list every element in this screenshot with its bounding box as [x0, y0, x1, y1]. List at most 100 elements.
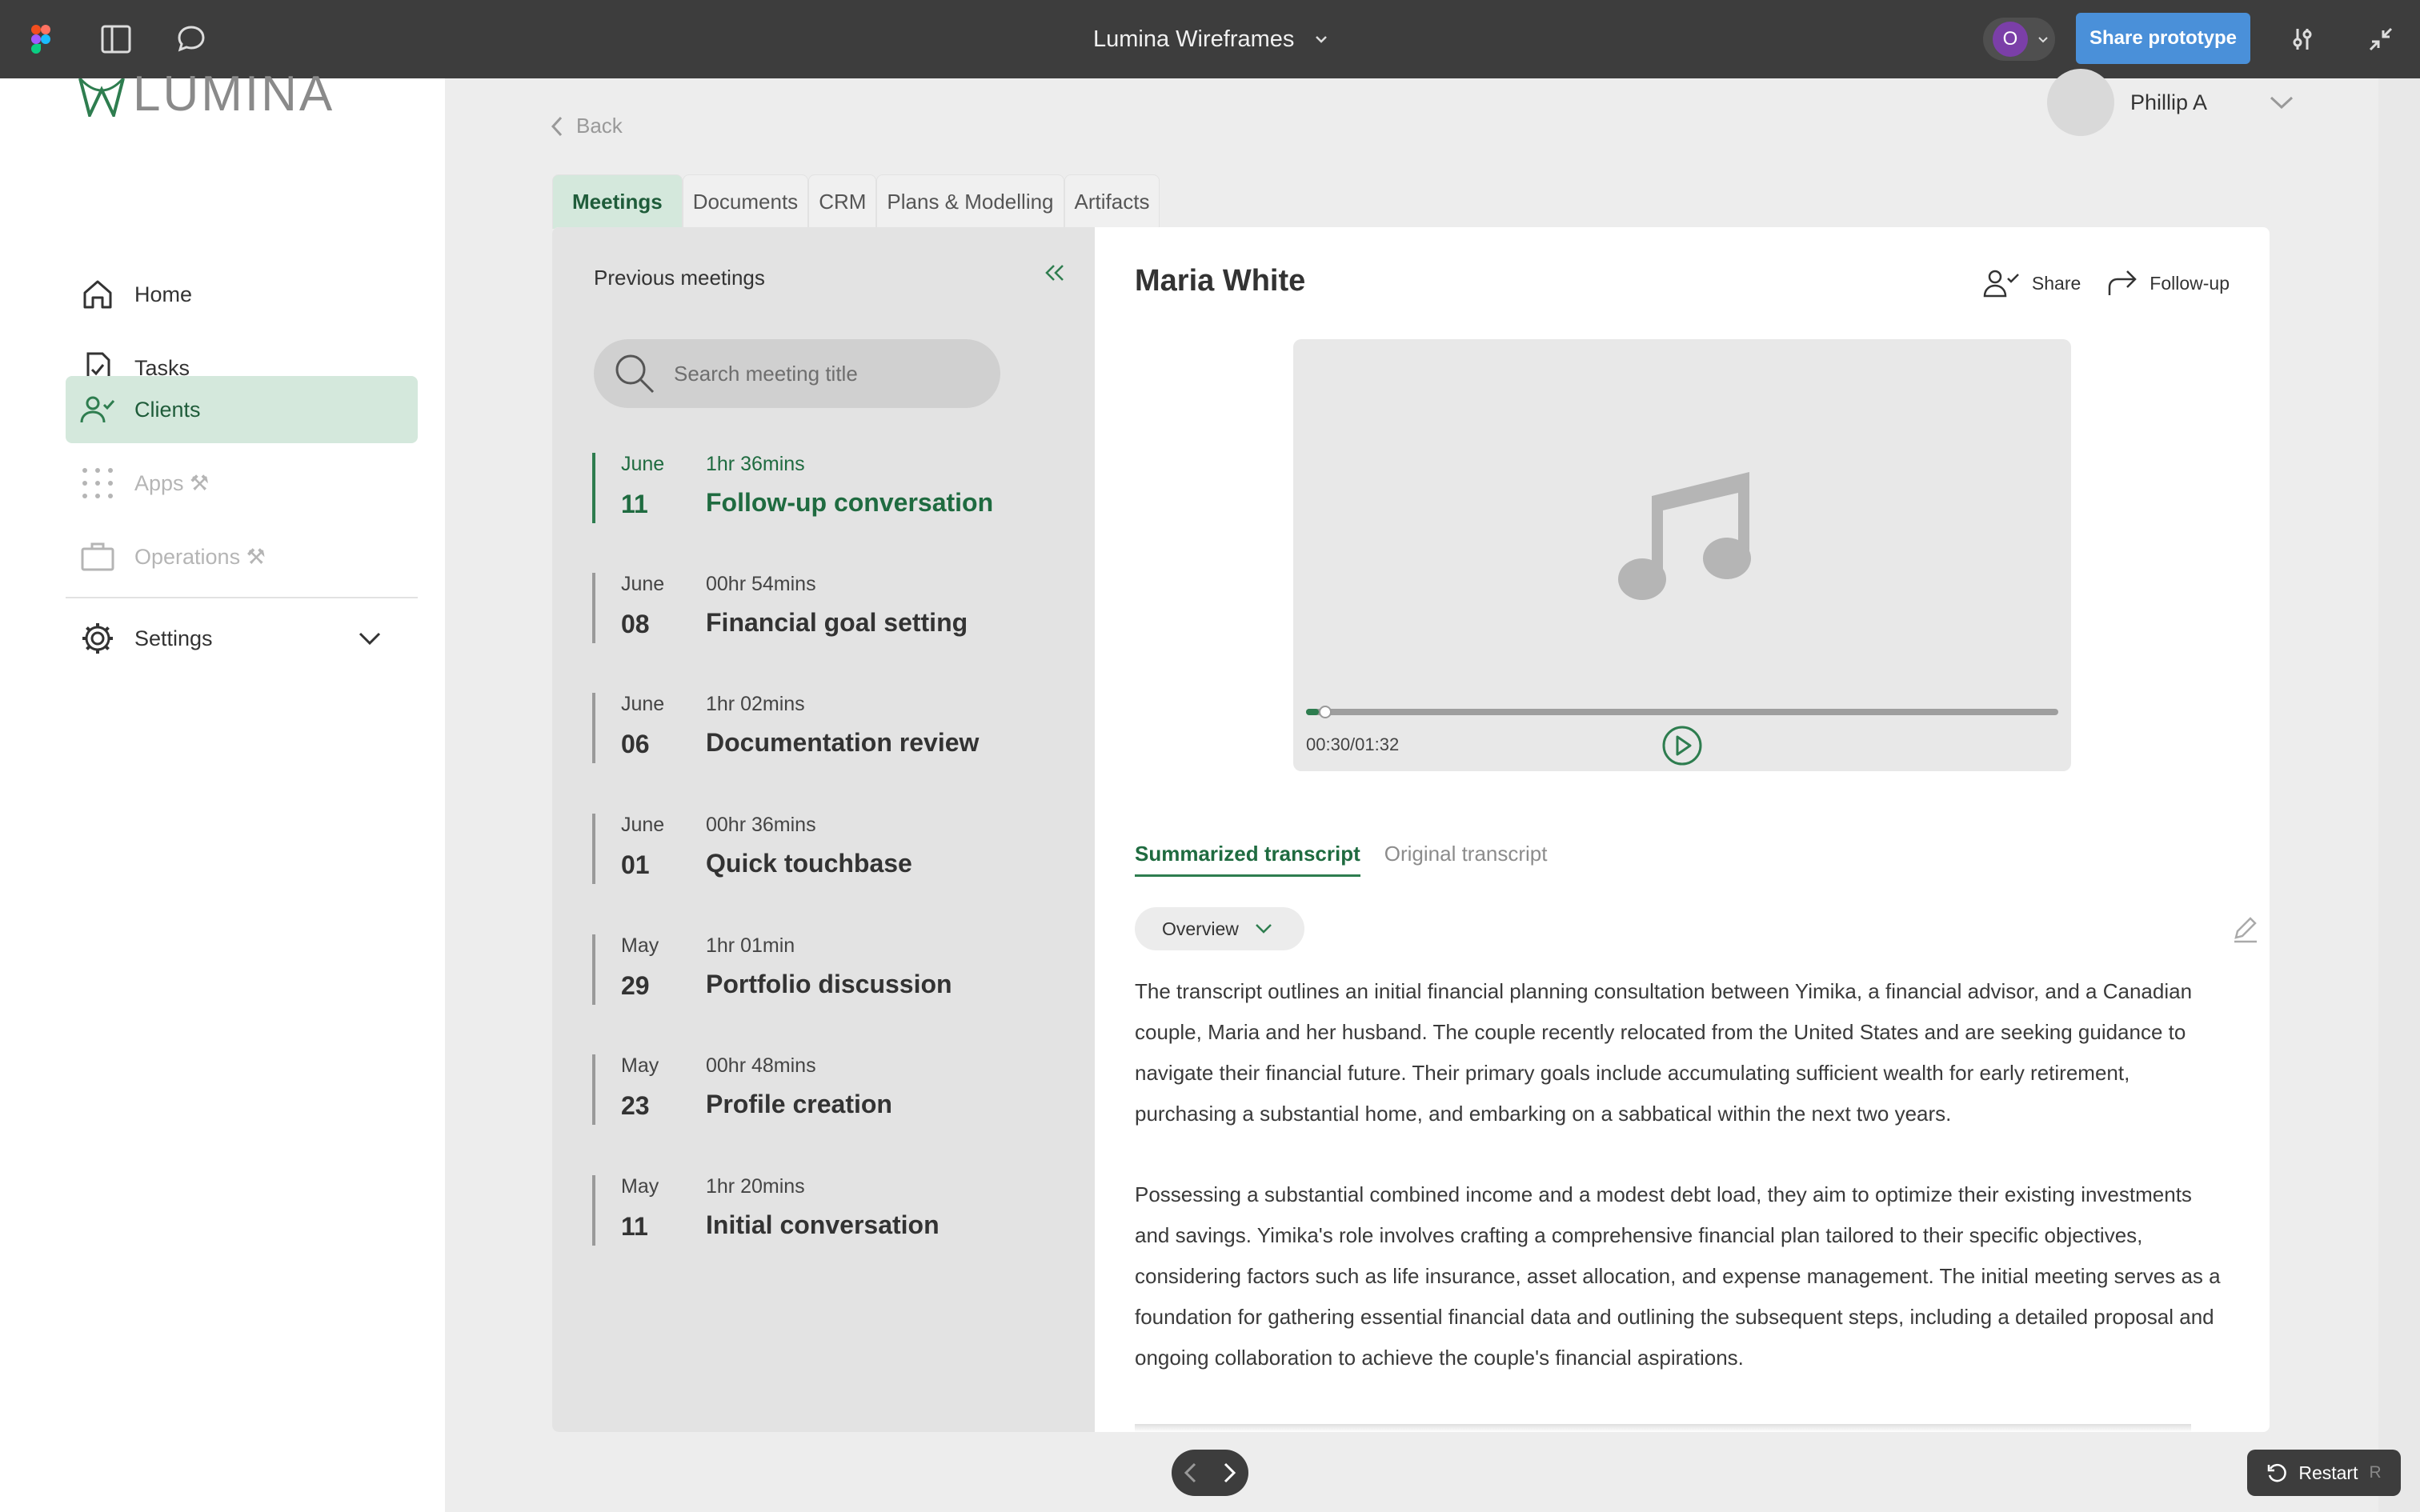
sidebar-item-label: Apps ⚒ — [134, 470, 210, 495]
edit-pencil-icon[interactable] — [2231, 915, 2260, 944]
meeting-month: June — [621, 693, 665, 715]
collapse-icon[interactable] — [2364, 22, 2398, 56]
file-title-menu[interactable]: Lumina Wireframes — [1093, 23, 1328, 55]
audio-time: 00:30/01:32 — [1306, 734, 1400, 754]
user-menu[interactable]: Phillip A — [2047, 69, 2294, 136]
meeting-title: Portfolio discussion — [706, 970, 952, 998]
meeting-title: Initial conversation — [706, 1210, 940, 1239]
tab-original-transcript[interactable]: Original transcript — [1384, 842, 1548, 877]
sidebar-item-apps[interactable]: Apps ⚒ — [66, 450, 418, 517]
sidebar-item-home[interactable]: Home — [66, 261, 418, 328]
lumina-logo[interactable]: LUMINA — [77, 70, 335, 119]
user-name: Phillip A — [2130, 90, 2208, 114]
follow-up-label: Follow-up — [2150, 272, 2230, 294]
follow-up-button[interactable]: Follow-up — [2106, 269, 2230, 298]
chevron-down-icon[interactable] — [359, 632, 381, 645]
meeting-duration: 1hr 36mins — [706, 453, 805, 475]
meeting-day: 29 — [621, 971, 650, 1000]
meeting-item[interactable]: June 06 1hr 02mins Documentation review — [592, 693, 1072, 763]
sidebar-item-label: Home — [134, 282, 193, 306]
meeting-title: Quick touchbase — [706, 849, 912, 878]
section-select-value: Overview — [1162, 918, 1239, 939]
file-title: Lumina Wireframes — [1093, 26, 1295, 52]
tab-plans-modelling[interactable]: Plans & Modelling — [876, 174, 1064, 229]
meeting-duration: 1hr 02mins — [706, 693, 805, 715]
sidebar-item-clients[interactable]: Clients — [66, 376, 418, 443]
lumina-logo-mark-icon — [78, 78, 125, 117]
meeting-day: 11 — [621, 490, 648, 518]
tab-documents[interactable]: Documents — [682, 174, 809, 229]
home-icon — [83, 280, 112, 309]
tab-artifacts[interactable]: Artifacts — [1064, 174, 1160, 229]
transcript-tabs: Summarized transcript Original transcrip… — [1135, 842, 1547, 877]
play-icon[interactable] — [1661, 725, 1703, 766]
meeting-search[interactable] — [594, 339, 1000, 408]
meeting-item[interactable]: May 29 1hr 01min Portfolio discussion — [592, 934, 1072, 1005]
meeting-day: 01 — [621, 850, 650, 879]
meeting-item[interactable]: June 01 00hr 36mins Quick touchbase — [592, 814, 1072, 884]
meeting-item[interactable]: June 11 1hr 36mins Follow-up conversatio… — [592, 453, 1072, 523]
restart-button[interactable]: Restart R — [2247, 1450, 2401, 1496]
settings-sliders-icon[interactable] — [2286, 22, 2319, 56]
chevron-down-icon — [1316, 36, 1328, 43]
figma-logo-icon[interactable] — [24, 22, 58, 56]
collapse-panel-icon[interactable] — [1044, 264, 1066, 282]
meeting-item[interactable]: June 08 00hr 54mins Financial goal setti… — [592, 573, 1072, 643]
chevron-down-icon — [1255, 924, 1272, 934]
gear-icon — [82, 623, 113, 654]
meeting-month: June — [621, 453, 665, 475]
briefcase-icon — [81, 542, 114, 571]
meeting-day: 06 — [621, 730, 650, 758]
audio-progress-bar[interactable] — [1306, 706, 2058, 718]
search-input[interactable] — [674, 361, 978, 386]
share-label: Share — [2031, 272, 2081, 294]
music-note-icon — [1618, 472, 1751, 600]
figma-toolbar: Lumina Wireframes O Share prototype — [0, 0, 2420, 78]
share-user-icon — [1983, 270, 2019, 298]
comment-icon[interactable] — [174, 22, 208, 56]
prototype-pager — [1172, 1450, 1248, 1496]
previous-arrow-icon[interactable] — [1182, 1462, 1200, 1483]
apps-grid-icon — [82, 468, 113, 498]
back-label: Back — [576, 114, 623, 138]
client-tabs: Meetings Documents CRM Plans & Modelling… — [552, 174, 1160, 229]
sidebar-toggle-icon[interactable] — [99, 22, 133, 56]
meeting-title: Documentation review — [706, 728, 980, 757]
share-button[interactable]: Share — [1982, 269, 2081, 298]
meeting-month: May — [621, 934, 659, 957]
meeting-duration: 00hr 48mins — [706, 1054, 816, 1077]
restart-shortcut: R — [2369, 1463, 2382, 1482]
chevron-left-icon — [551, 116, 563, 136]
meeting-duration: 1hr 01min — [706, 934, 795, 957]
meeting-day: 08 — [621, 610, 650, 638]
restart-label: Restart — [2298, 1462, 2358, 1483]
meeting-detail: Maria White Share Follow-up 00:30/01:32 — [1095, 227, 2270, 1432]
tab-crm[interactable]: CRM — [808, 174, 877, 229]
divider — [66, 597, 418, 598]
meeting-duration: 00hr 36mins — [706, 814, 816, 836]
meeting-month: June — [621, 814, 665, 836]
clients-icon — [80, 396, 115, 423]
section-select[interactable]: Overview — [1135, 907, 1304, 950]
tab-meetings[interactable]: Meetings — [552, 174, 683, 229]
sidebar-item-operations[interactable]: Operations ⚒ — [66, 523, 418, 590]
chevron-down-icon — [2038, 36, 2048, 42]
search-icon — [615, 354, 655, 394]
multiplayer-avatar-menu[interactable]: O — [1983, 18, 2055, 61]
sidebar-item-settings[interactable]: Settings — [66, 605, 418, 672]
meeting-item[interactable]: May 23 00hr 48mins Profile creation — [592, 1054, 1072, 1125]
meeting-month: May — [621, 1175, 659, 1198]
meeting-item[interactable]: May 11 1hr 20mins Initial conversation — [592, 1175, 1072, 1246]
share-prototype-button[interactable]: Share prototype — [2076, 13, 2250, 64]
sidebar-item-label: Operations ⚒ — [134, 544, 266, 569]
meeting-title: Follow-up conversation — [706, 488, 994, 517]
audio-scrubber-handle[interactable] — [1318, 706, 1332, 718]
summary-paragraph: Possessing a substantial combined income… — [1135, 1182, 2221, 1370]
tab-summarized-transcript[interactable]: Summarized transcript — [1135, 842, 1360, 877]
meeting-month: May — [621, 1054, 659, 1077]
sidebar-item-label: Settings — [134, 626, 213, 650]
detail-actions: Share Follow-up — [1982, 269, 2230, 298]
overflow-fade — [1135, 1424, 2191, 1432]
next-arrow-icon[interactable] — [1220, 1462, 1238, 1483]
back-link[interactable]: Back — [551, 114, 623, 138]
